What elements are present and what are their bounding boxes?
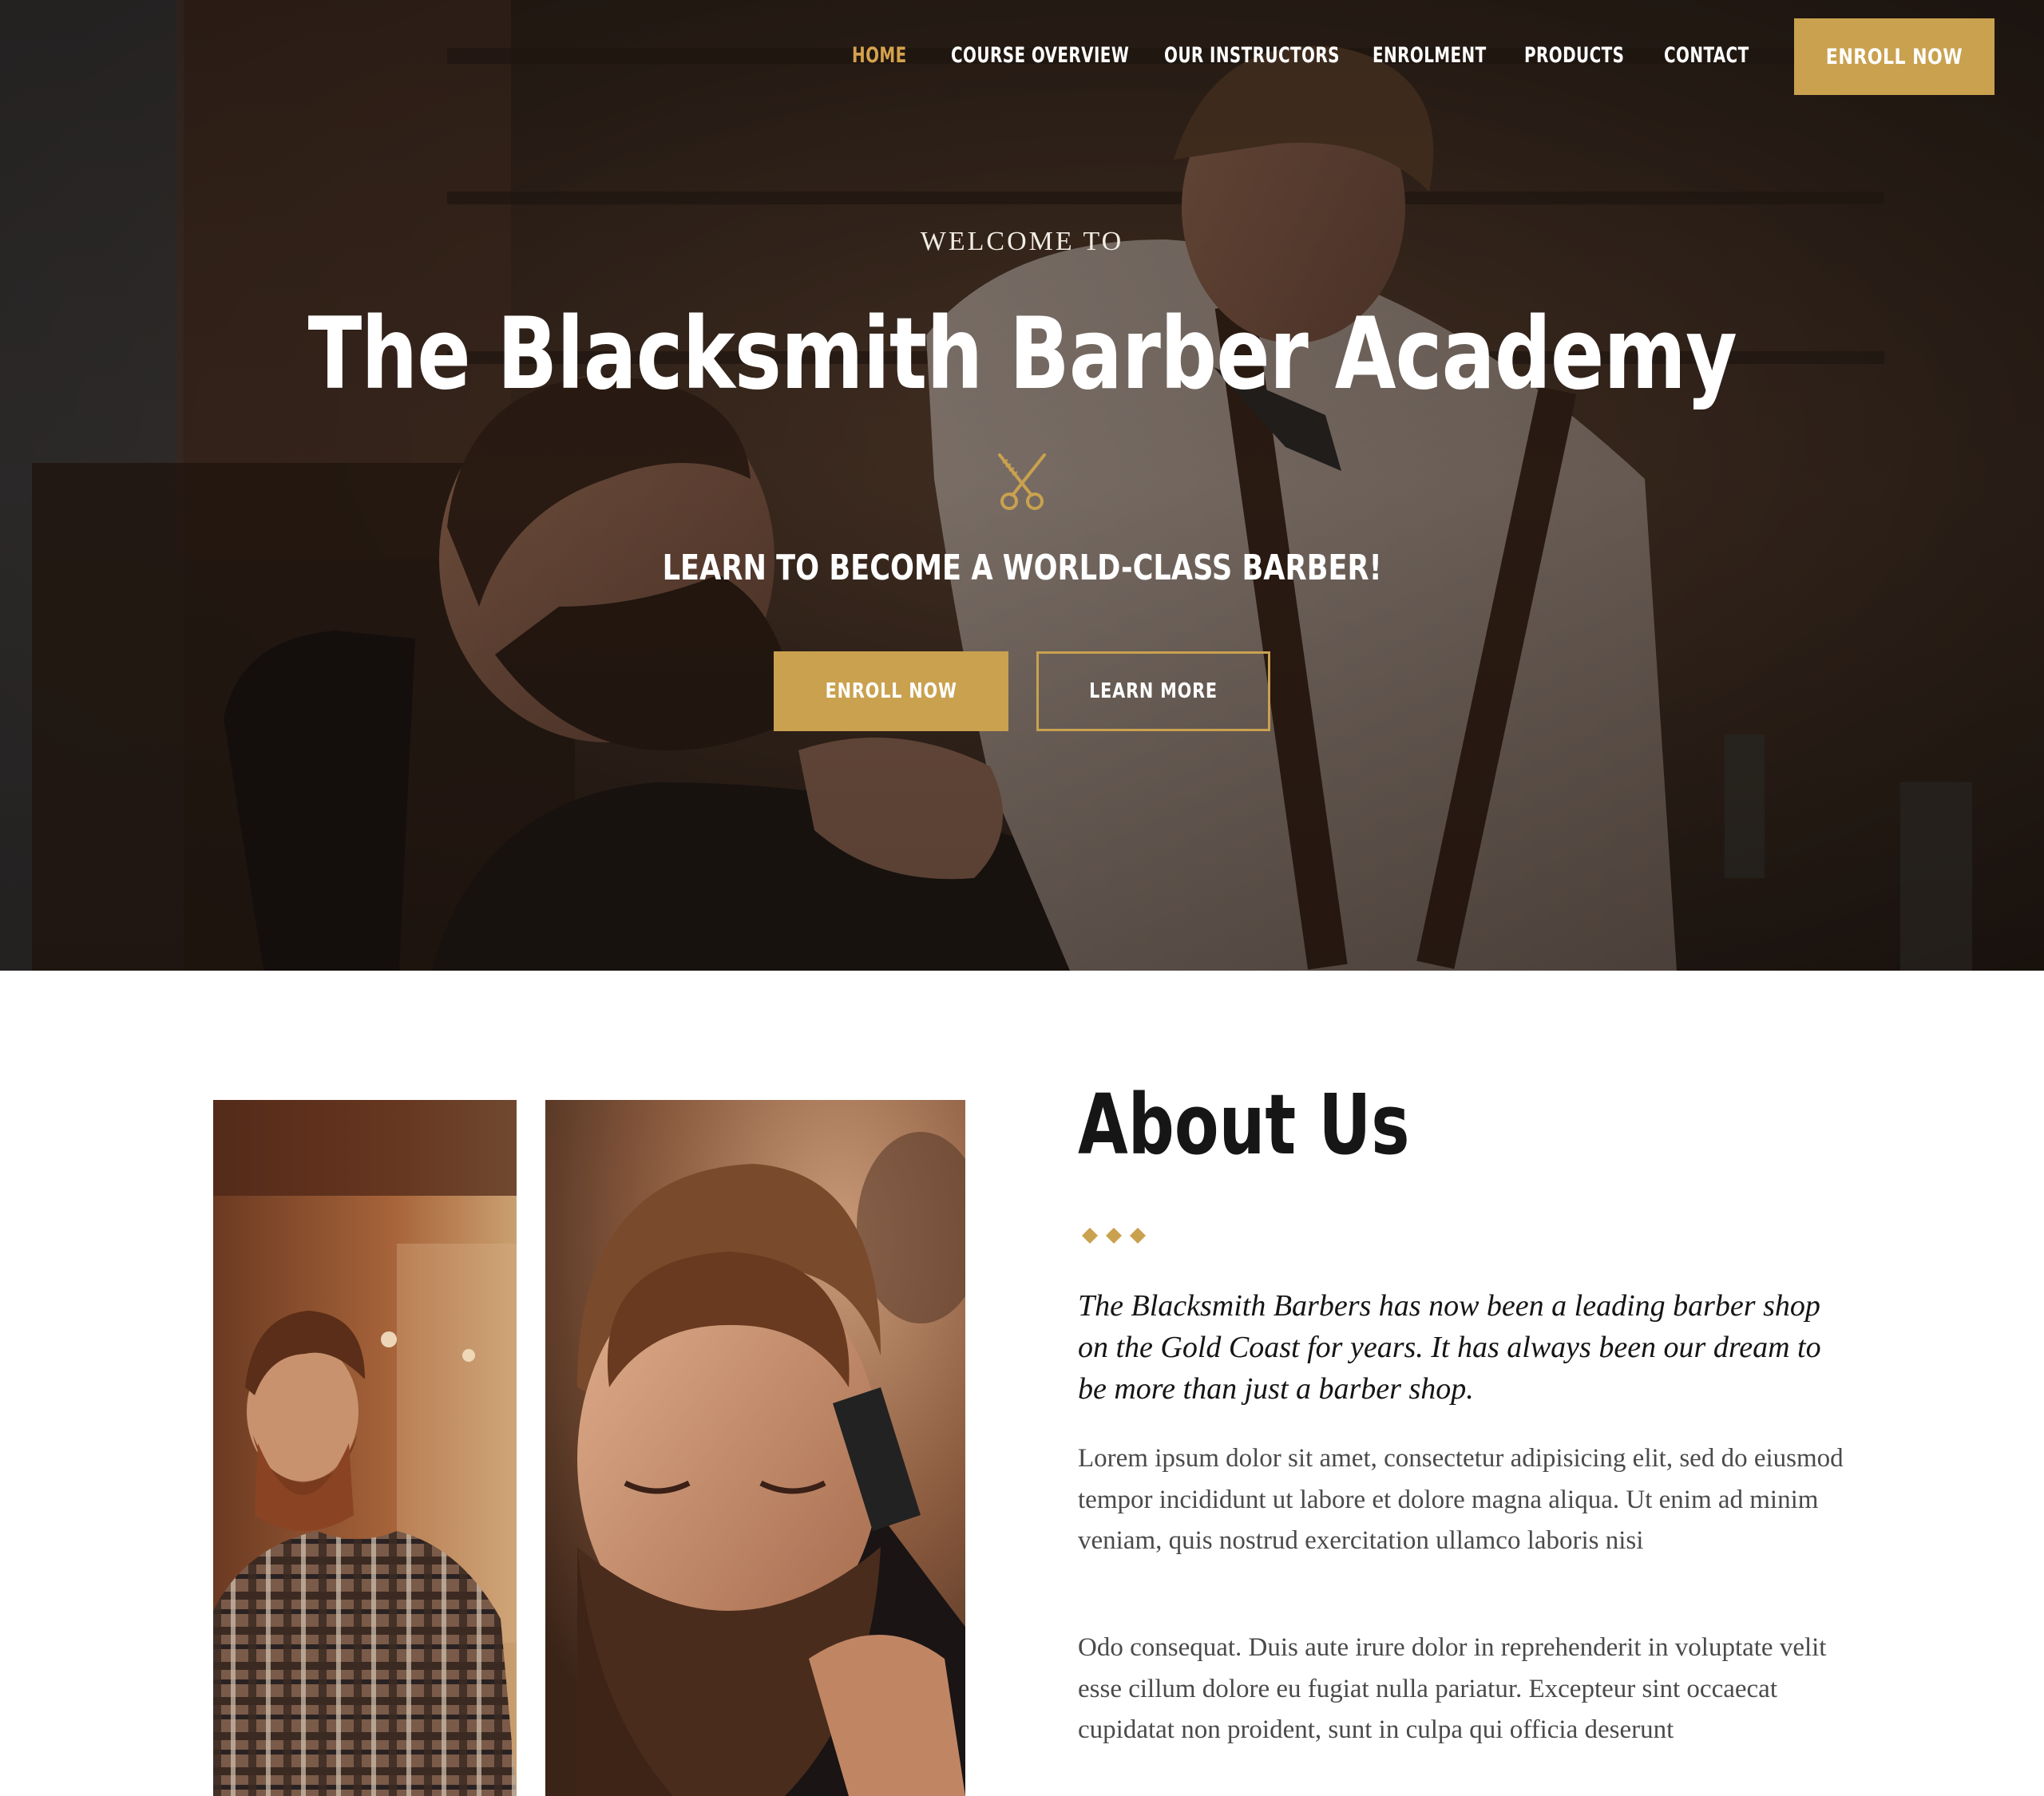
scissors-icon [998, 453, 1046, 510]
about-lead-text: The Blacksmith Barbers has now been a le… [1078, 1289, 1821, 1406]
hero-welcome-text: WELCOME TO [920, 227, 1124, 256]
hero-tagline-text: LEARN TO BECOME A WORLD-CLASS BARBER! [662, 548, 1382, 588]
about-title: About Us [1078, 1076, 1503, 1173]
about-title-text: About Us [1078, 1076, 1410, 1173]
about-paragraph-1: Lorem ipsum dolor sit amet, consectetur … [1078, 1444, 1844, 1555]
hero-learn-more-label: LEARN MORE [1089, 679, 1218, 703]
nav-item-enrolment[interactable]: ENROLMENT [1373, 40, 1487, 72]
hero-title: The Blacksmith Barber Academy [0, 297, 2044, 412]
nav-item-home[interactable]: HOME [852, 40, 907, 72]
hero-tagline: LEARN TO BECOME A WORLD-CLASS BARBER! [0, 548, 2044, 588]
hero-enroll-now-label: ENROLL NOW [825, 679, 957, 703]
nav-enroll-now-label: ENROLL NOW [1825, 44, 1963, 69]
about-photo-bearded-man [213, 1100, 517, 1796]
about-paragraph-2: Odo consequat. Duis aute irure dolor in … [1078, 1633, 1827, 1744]
hero-enroll-now-button[interactable]: ENROLL NOW [774, 651, 1008, 731]
nav-item-our-instructors[interactable]: OUR INSTRUCTORS [1164, 40, 1340, 72]
hero-learn-more-button[interactable]: LEARN MORE [1036, 651, 1270, 731]
main-nav: HOME COURSE OVERVIEW OUR INSTRUCTORS ENR… [0, 0, 2044, 112]
hero-section: HOME COURSE OVERVIEW OUR INSTRUCTORS ENR… [0, 0, 2044, 971]
hero-title-text: The Blacksmith Barber Academy [307, 297, 1737, 412]
nav-enroll-now-button[interactable]: ENROLL NOW [1794, 18, 1994, 95]
nav-item-course-overview[interactable]: COURSE OVERVIEW [951, 40, 1129, 72]
nav-item-products[interactable]: PRODUCTS [1524, 40, 1624, 72]
nav-item-contact[interactable]: CONTACT [1664, 40, 1749, 72]
diamond-divider-icon [1082, 1228, 1146, 1244]
about-photo-beard-trim [545, 1100, 965, 1796]
